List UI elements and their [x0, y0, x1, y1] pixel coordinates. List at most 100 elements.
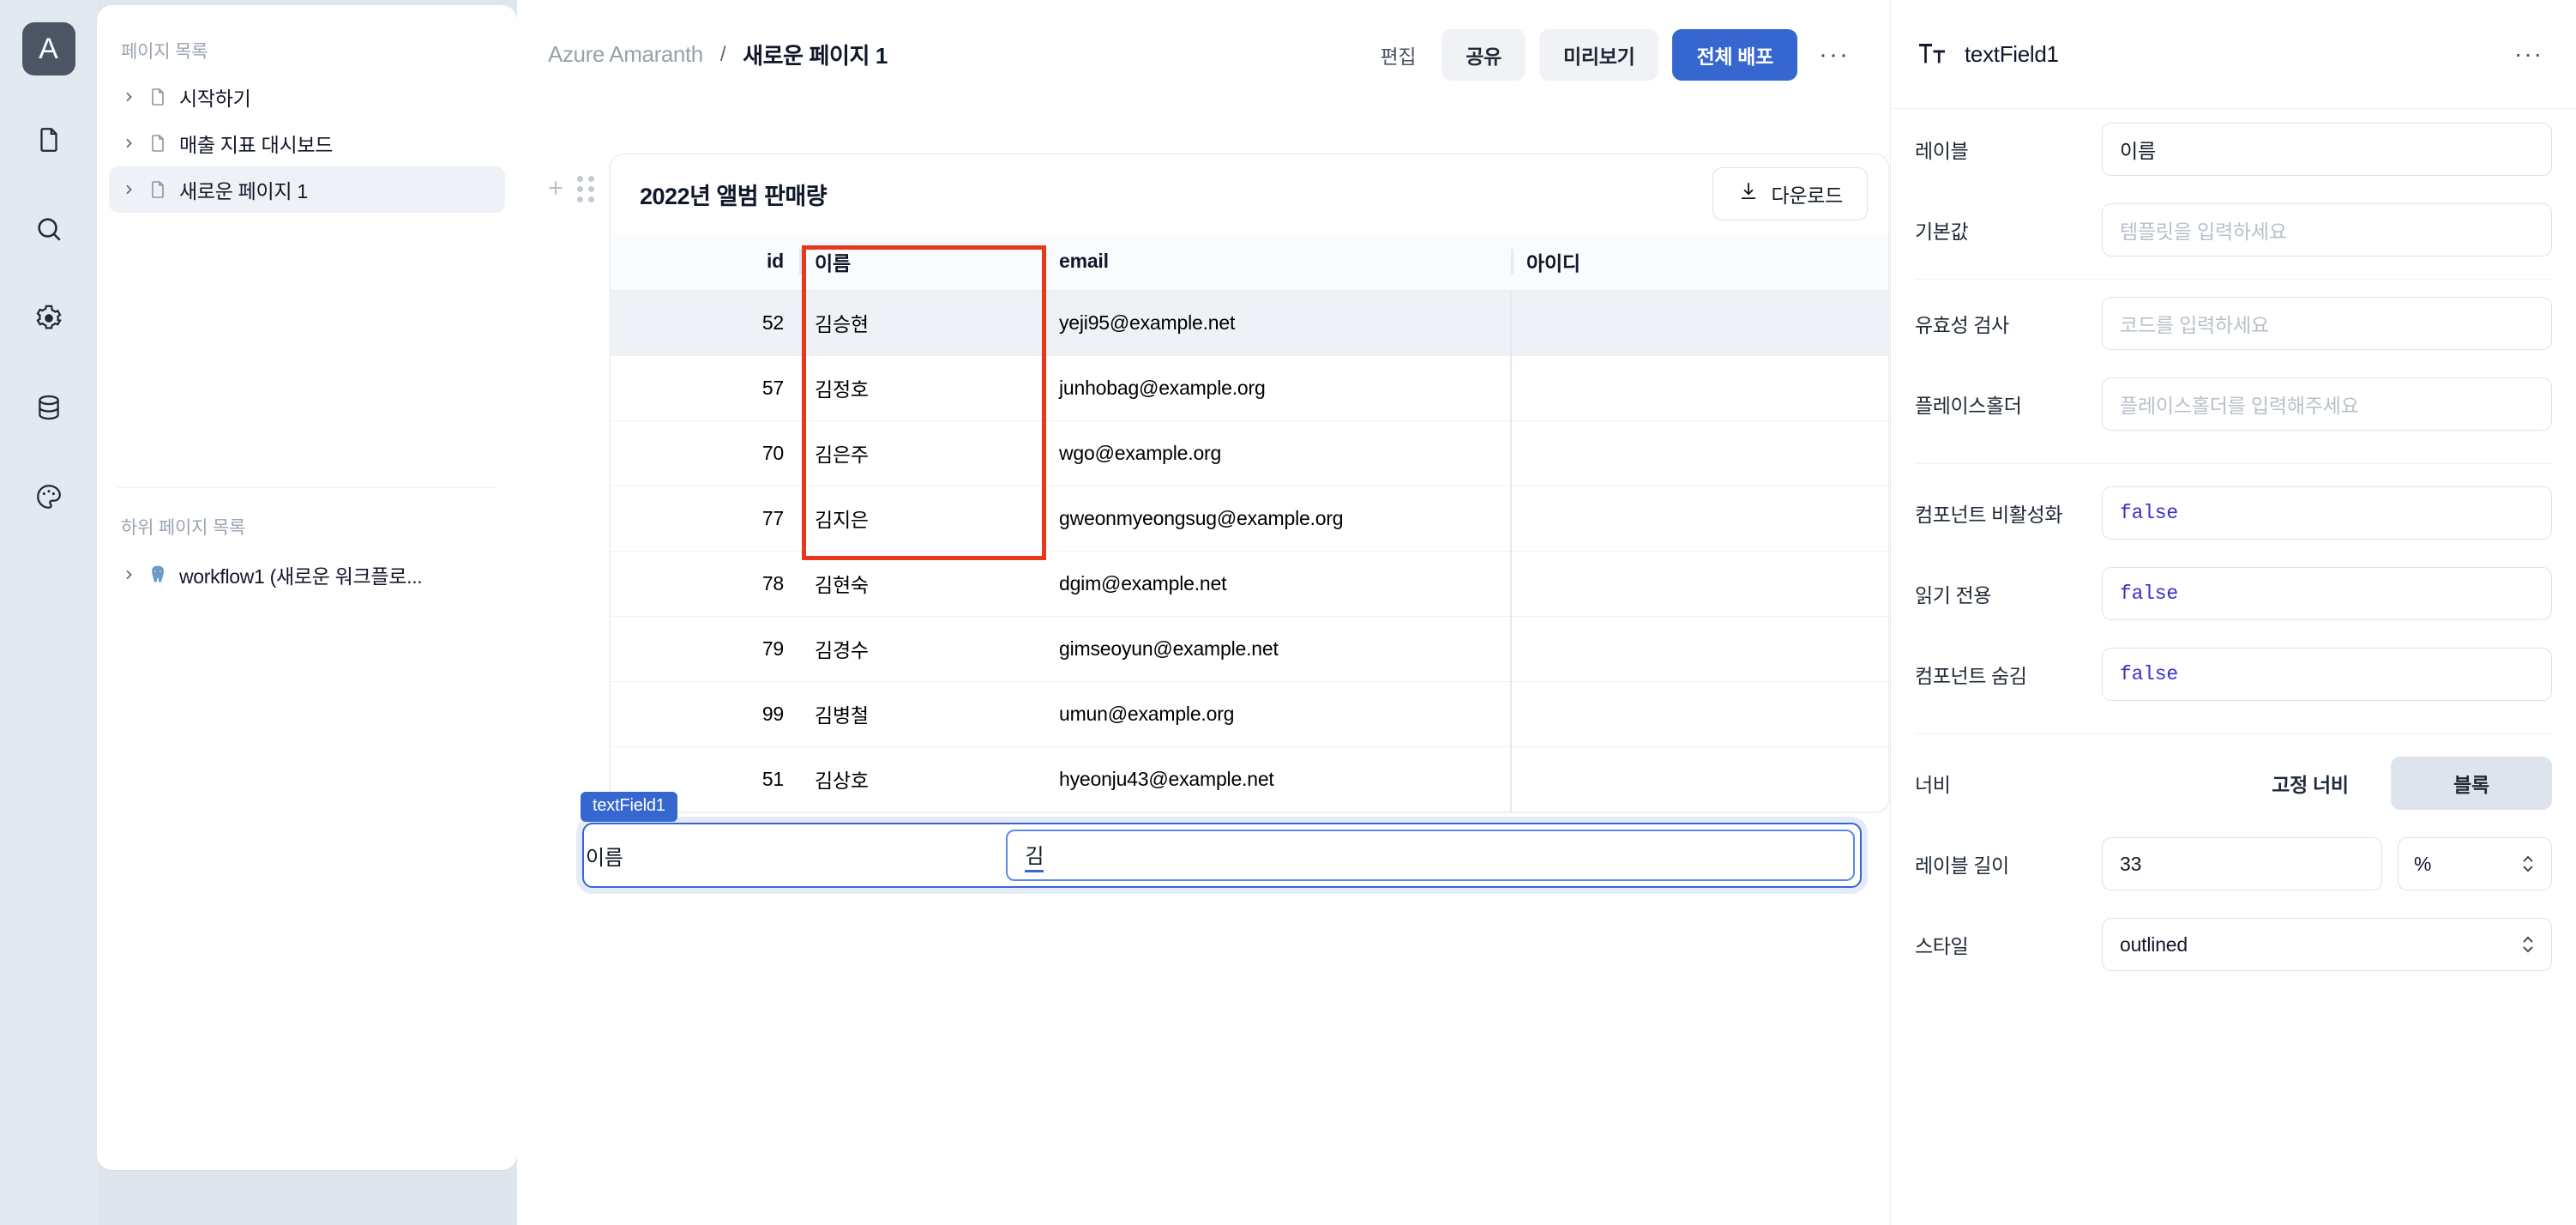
drag-handle-icon[interactable] — [577, 176, 594, 202]
placeholder-input[interactable]: 플레이스홀더를 입력해주세요 — [2102, 377, 2552, 431]
page-canvas: 2022년 앨범 판매량 다운로드 id 이름 email 아이디 52 김승현… — [517, 109, 1890, 1225]
sidebar-item-new-page-1[interactable]: 새로운 페이지 1 — [109, 166, 505, 213]
label-input[interactable]: 이름 — [2102, 123, 2552, 176]
document-icon — [147, 86, 169, 108]
style-select[interactable]: outlined — [2102, 918, 2552, 971]
preview-button[interactable]: 미리보기 — [1539, 28, 1659, 81]
chevron-right-icon[interactable] — [121, 567, 136, 582]
app-logo[interactable]: A — [21, 22, 75, 75]
cell-email: gimseoyun@example.net — [1044, 616, 1511, 682]
width-option-fixed[interactable]: 고정 너비 — [2230, 757, 2391, 810]
table-row[interactable]: 78 김현숙 dgim@example.net — [611, 551, 1888, 617]
hidden-input[interactable]: false — [2102, 648, 2552, 701]
app-root: A 페이지 목록 시작하기 매출 지표 대시보드 새로운 페이지 1 하위 페이… — [0, 0, 2576, 1225]
cell-email: junhobag@example.org — [1044, 355, 1511, 421]
top-bar-actions: 편집 공유 미리보기 전체 배포 ··· — [1369, 28, 1857, 81]
text-field-value: 김 — [1025, 839, 1044, 872]
table-widget-wrapper: 2022년 앨범 판매량 다운로드 id 이름 email 아이디 52 김승현… — [545, 154, 1890, 812]
share-button[interactable]: 공유 — [1441, 28, 1526, 81]
document-icon — [147, 178, 169, 201]
cell-email: umun@example.org — [1044, 681, 1511, 747]
download-button-label: 다운로드 — [1771, 184, 1844, 207]
selected-widget-badge: textField1 — [581, 792, 677, 822]
subpages-heading: 하위 페이지 목록 — [121, 518, 246, 538]
edit-button[interactable]: 편집 — [1369, 31, 1429, 79]
download-button[interactable]: 다운로드 — [1712, 167, 1868, 220]
main-column: Azure Amaranth / 새로운 페이지 1 편집 공유 미리보기 전체… — [517, 0, 1890, 1225]
validation-input[interactable]: 코드를 입력하세요 — [2102, 297, 2552, 350]
column-header-id[interactable]: id — [611, 233, 799, 291]
text-field-label: 이름 — [586, 846, 623, 870]
cell-userid — [1510, 290, 1888, 356]
table-row[interactable]: 57 김정호 junhobag@example.org — [611, 355, 1888, 421]
breadcrumb-root[interactable]: Azure Amaranth — [548, 41, 703, 68]
property-label: 컴포넌트 숨김 — [1915, 665, 2027, 687]
property-row-width: 너비 고정 너비 블록 — [1915, 743, 2552, 824]
chevron-right-icon[interactable] — [121, 182, 136, 197]
gear-icon[interactable] — [22, 292, 75, 345]
more-options-icon[interactable]: ··· — [1811, 32, 1857, 78]
sidebar-item-sales-dashboard[interactable]: 매출 지표 대시보드 — [109, 120, 505, 166]
table-row[interactable]: 79 김경수 gimseoyun@example.net — [611, 616, 1888, 682]
default-value-input[interactable]: 템플릿을 입력하세요 — [2102, 203, 2552, 256]
property-label: 유효성 검사 — [1915, 314, 2009, 336]
sidebar-item-label: workflow1 (새로운 워크플로... — [179, 565, 423, 588]
palette-icon[interactable] — [22, 470, 75, 523]
table-row[interactable]: 99 김병철 umun@example.org — [611, 681, 1888, 747]
cell-name: 김현숙 — [799, 551, 1044, 617]
cell-id: 99 — [611, 681, 799, 747]
sidebar-item-getting-started[interactable]: 시작하기 — [109, 74, 505, 120]
table-row[interactable]: 52 김승현 yeji95@example.net — [611, 290, 1888, 356]
plus-icon[interactable] — [545, 177, 567, 199]
table-row[interactable]: 77 김지은 gweonmyeongsug@example.org — [611, 486, 1888, 552]
property-row-validation: 유효성 검사 코드를 입력하세요 — [1915, 283, 2552, 364]
property-label: 스타일 — [1915, 935, 1969, 957]
cell-id: 79 — [611, 616, 799, 682]
chevron-right-icon[interactable] — [121, 89, 136, 105]
width-segmented-control: 고정 너비 블록 — [2102, 757, 2552, 810]
deploy-all-button[interactable]: 전체 배포 — [1672, 28, 1797, 81]
database-icon[interactable] — [22, 381, 75, 434]
stepper-icon[interactable] — [2520, 853, 2536, 875]
property-label: 플레이스홀더 — [1915, 395, 2022, 417]
top-bar: Azure Amaranth / 새로운 페이지 1 편집 공유 미리보기 전체… — [517, 0, 1890, 109]
property-row-default-value: 기본값 템플릿을 입력하세요 — [1915, 190, 2552, 270]
properties-header: textField1 ··· — [1891, 0, 2576, 109]
label-length-unit-select[interactable]: % — [2398, 837, 2552, 890]
label-length-input[interactable]: 33 — [2102, 837, 2382, 890]
pages-panel-heading: 페이지 목록 — [121, 42, 208, 62]
cell-email: gweonmyeongsug@example.org — [1044, 486, 1511, 552]
cell-userid — [1510, 746, 1888, 812]
search-icon[interactable] — [22, 202, 75, 256]
width-option-block[interactable]: 블록 — [2391, 757, 2552, 810]
text-field-input[interactable]: 김 — [1006, 830, 1855, 881]
download-icon — [1737, 180, 1760, 208]
cell-userid — [1510, 420, 1888, 486]
document-icon — [147, 132, 169, 154]
disabled-input[interactable]: false — [2102, 486, 2552, 540]
text-field-icon — [1917, 39, 1947, 69]
property-divider — [1915, 463, 2552, 464]
properties-panel: textField1 ··· 레이블 이름 기본값 템플릿을 입력하세요 유효성… — [1890, 0, 2576, 1225]
page-icon[interactable] — [22, 113, 75, 166]
text-field-container[interactable]: 이름 김 — [582, 823, 1862, 888]
property-label: 기본값 — [1915, 220, 1969, 243]
cell-userid — [1510, 551, 1888, 617]
readonly-input[interactable]: false — [2102, 567, 2552, 620]
table-row[interactable]: 70 김은주 wgo@example.org — [611, 420, 1888, 486]
cell-id: 77 — [611, 486, 799, 552]
table-row[interactable]: 51 김상호 hyeonju43@example.net — [611, 746, 1888, 812]
pages-panel: 페이지 목록 시작하기 매출 지표 대시보드 새로운 페이지 1 하위 페이지 … — [97, 5, 517, 1170]
column-header-email[interactable]: email — [1044, 233, 1511, 291]
cell-name: 김지은 — [799, 486, 1044, 552]
sidebar-item-workflow1[interactable]: workflow1 (새로운 워크플로... — [109, 552, 505, 598]
column-header-name[interactable]: 이름 — [799, 233, 1044, 291]
properties-body: 레이블 이름 기본값 템플릿을 입력하세요 유효성 검사 코드를 입력하세요 플… — [1891, 109, 2576, 985]
chevron-right-icon[interactable] — [121, 136, 136, 151]
property-row-style: 스타일 outlined — [1915, 904, 2552, 985]
column-header-userid[interactable]: 아이디 — [1511, 233, 1888, 291]
chevron-updown-icon[interactable] — [2520, 933, 2536, 956]
properties-more-icon[interactable]: ··· — [2506, 42, 2552, 66]
cell-email: yeji95@example.net — [1044, 290, 1511, 356]
sidebar-item-label: 새로운 페이지 1 — [179, 180, 308, 202]
